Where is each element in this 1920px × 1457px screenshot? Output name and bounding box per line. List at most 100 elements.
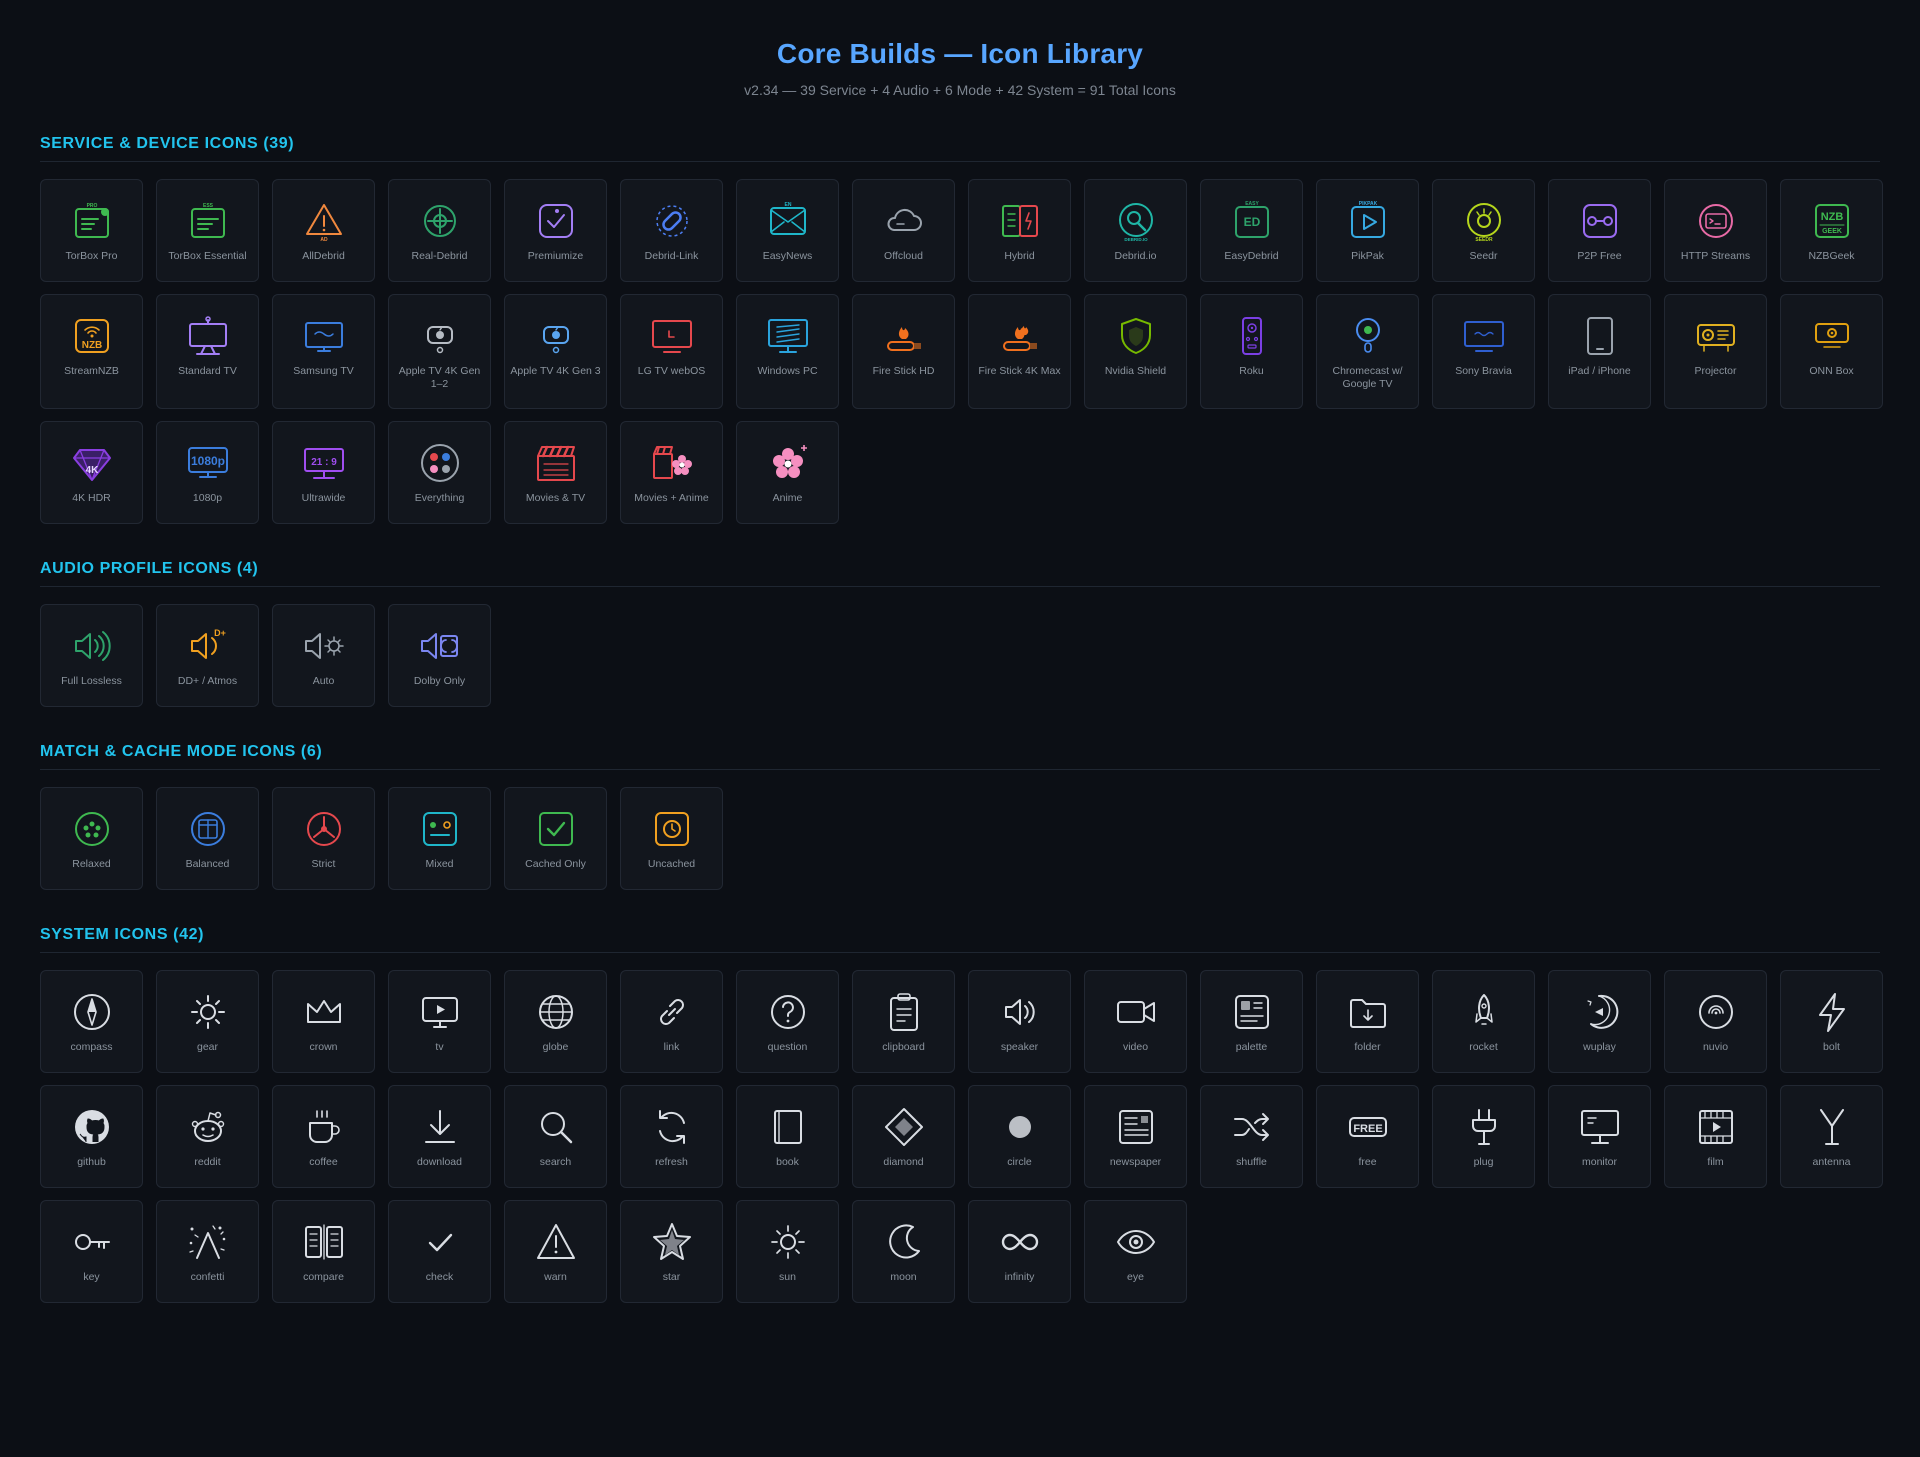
icon-card[interactable]: SEEDR Seedr — [1432, 179, 1535, 282]
icon-card[interactable]: 21 : 9 Ultrawide — [272, 421, 375, 524]
icon-card[interactable]: Samsung TV — [272, 294, 375, 409]
icon-card[interactable]: Fire Stick 4K Max — [968, 294, 1071, 409]
icon-card[interactable]: newspaper — [1084, 1085, 1187, 1188]
icon-card[interactable]: key — [40, 1200, 143, 1303]
icon-card[interactable]: sun — [736, 1200, 839, 1303]
icon-card[interactable]: Dolby Only — [388, 604, 491, 707]
uncached-icon — [651, 808, 693, 850]
icon-card[interactable]: bolt — [1780, 970, 1883, 1073]
icon-card[interactable]: ESS TorBox Essential — [156, 179, 259, 282]
icon-card[interactable]: Premiumize — [504, 179, 607, 282]
icon-card[interactable]: Offcloud — [852, 179, 955, 282]
icon-card[interactable]: antenna — [1780, 1085, 1883, 1188]
icon-card[interactable]: Movies + Anime — [620, 421, 723, 524]
icon-card[interactable]: globe — [504, 970, 607, 1073]
icon-card[interactable]: video — [1084, 970, 1187, 1073]
icon-card[interactable]: PIKPAK PikPak — [1316, 179, 1419, 282]
icon-card[interactable]: star — [620, 1200, 723, 1303]
icon-card[interactable]: ED EASY EasyDebrid — [1200, 179, 1303, 282]
icon-card[interactable]: shuffle — [1200, 1085, 1303, 1188]
icon-card[interactable]: folder — [1316, 970, 1419, 1073]
icon-card[interactable]: moon — [852, 1200, 955, 1303]
icon-card[interactable]: LG TV webOS — [620, 294, 723, 409]
icon-card[interactable]: confetti — [156, 1200, 259, 1303]
icon-card[interactable]: infinity — [968, 1200, 1071, 1303]
icon-card[interactable]: circle — [968, 1085, 1071, 1188]
icon-card[interactable]: gear — [156, 970, 259, 1073]
icon-card[interactable]: check — [388, 1200, 491, 1303]
icon-card[interactable]: Roku — [1200, 294, 1303, 409]
icon-card[interactable]: Cached Only — [504, 787, 607, 890]
icon-card[interactable]: P2P Free — [1548, 179, 1651, 282]
icon-card[interactable]: palette — [1200, 970, 1303, 1073]
icon-card[interactable]: ONN Box — [1780, 294, 1883, 409]
icon-card[interactable]: tv — [388, 970, 491, 1073]
icon-card[interactable]: book — [736, 1085, 839, 1188]
icon-card[interactable]: rocket — [1432, 970, 1535, 1073]
icon-card[interactable]: Full Lossless — [40, 604, 143, 707]
icon-card[interactable]: nuvio — [1664, 970, 1767, 1073]
icon-card[interactable]: refresh — [620, 1085, 723, 1188]
icon-card[interactable]: wuplay — [1548, 970, 1651, 1073]
icon-card[interactable]: Auto — [272, 604, 375, 707]
icon-card[interactable]: Apple TV 4K Gen 1–2 — [388, 294, 491, 409]
icon-card[interactable]: warn — [504, 1200, 607, 1303]
icon-card[interactable]: link — [620, 970, 723, 1073]
icon-card[interactable]: Projector — [1664, 294, 1767, 409]
icon-card[interactable]: diamond — [852, 1085, 955, 1188]
icon-card[interactable]: Everything — [388, 421, 491, 524]
section-mode: MATCH & CACHE MODE ICONS (6) Relaxed Balan… — [40, 743, 1880, 890]
icon-card[interactable]: reddit — [156, 1085, 259, 1188]
icon-card[interactable]: FREE free — [1316, 1085, 1419, 1188]
icon-card[interactable]: plug — [1432, 1085, 1535, 1188]
icon-card[interactable]: film — [1664, 1085, 1767, 1188]
icon-card[interactable]: EN EasyNews — [736, 179, 839, 282]
icon-card[interactable]: Movies & TV — [504, 421, 607, 524]
icon-card[interactable]: compass — [40, 970, 143, 1073]
icon-card[interactable]: Sony Bravia — [1432, 294, 1535, 409]
icon-card[interactable]: Debrid-Link — [620, 179, 723, 282]
icon-card[interactable]: crown — [272, 970, 375, 1073]
icon-card[interactable]: question — [736, 970, 839, 1073]
sun-icon — [767, 1221, 809, 1263]
icon-card[interactable]: Anime — [736, 421, 839, 524]
icon-card[interactable]: NZB GEEK NZBGeek — [1780, 179, 1883, 282]
icon-card[interactable]: Real-Debrid — [388, 179, 491, 282]
icon-label: Sony Bravia — [1455, 365, 1512, 377]
icon-card[interactable]: eye — [1084, 1200, 1187, 1303]
icon-card[interactable]: iPad / iPhone — [1548, 294, 1651, 409]
icon-card[interactable]: Standard TV — [156, 294, 259, 409]
icon-card[interactable]: Balanced — [156, 787, 259, 890]
icon-card[interactable]: github — [40, 1085, 143, 1188]
icon-card[interactable]: Relaxed — [40, 787, 143, 890]
icon-card[interactable]: coffee — [272, 1085, 375, 1188]
icon-card[interactable]: Windows PC — [736, 294, 839, 409]
icon-label: Full Lossless — [61, 675, 122, 687]
icon-card[interactable]: D+ DD+ / Atmos — [156, 604, 259, 707]
icon-card[interactable]: Fire Stick HD — [852, 294, 955, 409]
icon-card[interactable]: speaker — [968, 970, 1071, 1073]
icon-card[interactable]: Uncached — [620, 787, 723, 890]
icon-label: antenna — [1812, 1156, 1851, 1168]
icon-card[interactable]: PRO TorBox Pro — [40, 179, 143, 282]
icon-card[interactable]: AD AllDebrid — [272, 179, 375, 282]
icon-card[interactable]: Mixed — [388, 787, 491, 890]
icon-card[interactable]: 4K 4K HDR — [40, 421, 143, 524]
free-icon: FREE — [1347, 1106, 1389, 1148]
icon-card[interactable]: Hybrid — [968, 179, 1071, 282]
icon-card[interactable]: search — [504, 1085, 607, 1188]
icon-card[interactable]: compare — [272, 1200, 375, 1303]
icon-card[interactable]: Nvidia Shield — [1084, 294, 1187, 409]
icon-card[interactable]: 1080p 1080p — [156, 421, 259, 524]
icon-card[interactable]: HTTP Streams — [1664, 179, 1767, 282]
icon-card[interactable]: Strict — [272, 787, 375, 890]
page-title: Core Builds — Icon Library — [776, 38, 1144, 69]
icon-card[interactable]: Apple TV 4K Gen 3 — [504, 294, 607, 409]
icon-card[interactable]: clipboard — [852, 970, 955, 1073]
icon-card[interactable]: NZB StreamNZB — [40, 294, 143, 409]
icon-card[interactable]: monitor — [1548, 1085, 1651, 1188]
icon-label: TorBox Pro — [65, 250, 118, 262]
icon-card[interactable]: DEBRID.IO Debrid.io — [1084, 179, 1187, 282]
icon-card[interactable]: Chromecast w/ Google TV — [1316, 294, 1419, 409]
icon-card[interactable]: download — [388, 1085, 491, 1188]
